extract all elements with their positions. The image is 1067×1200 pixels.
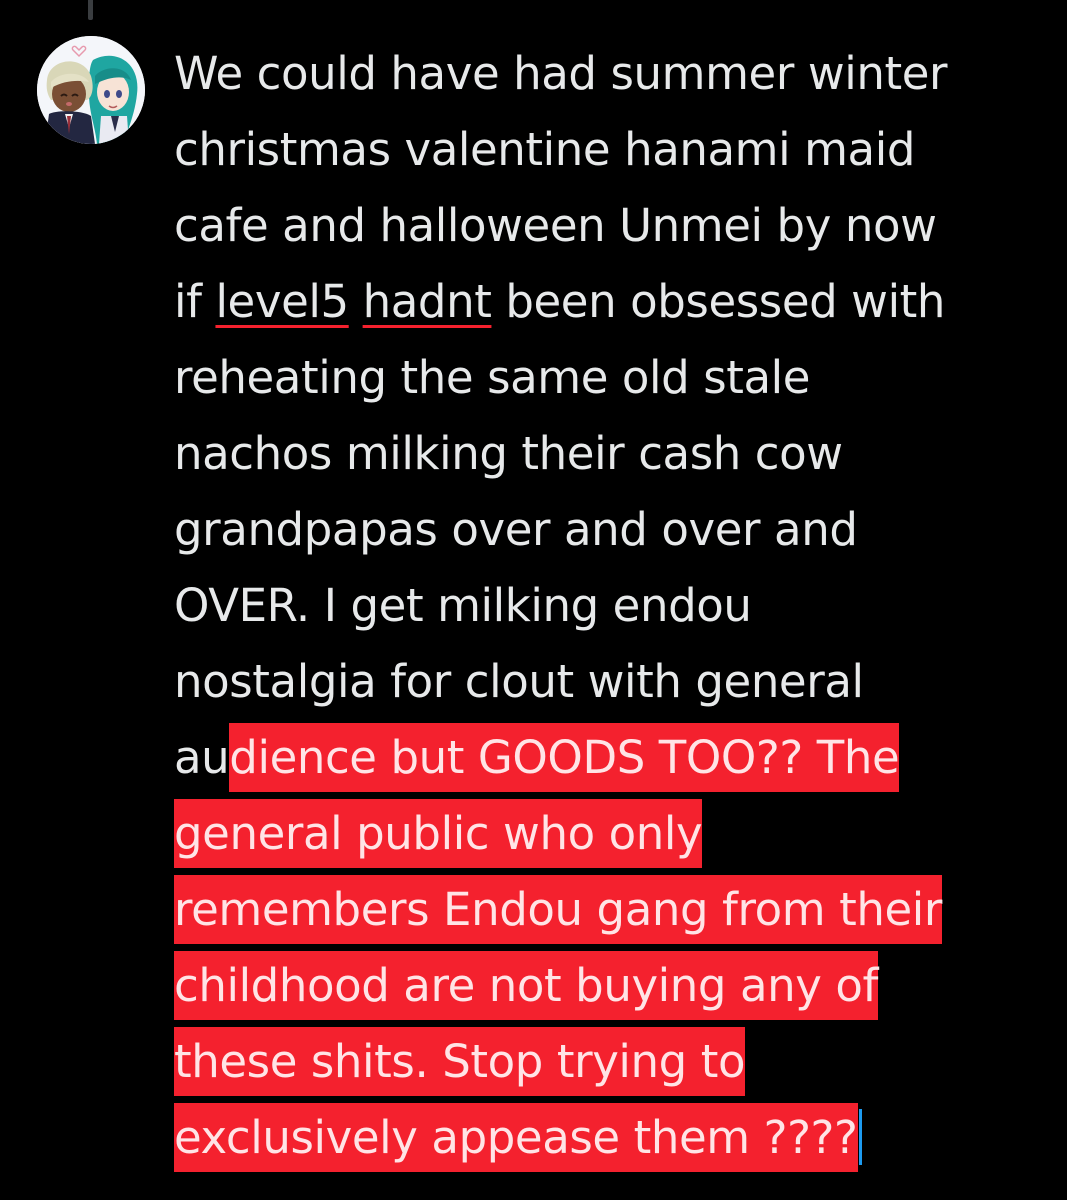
post-line-3-text: cafe and halloween Unmei by now — [174, 199, 937, 252]
post-line-4-text-e: been obsessed with — [491, 275, 946, 328]
post-text[interactable]: We could have had summer winter christma… — [174, 36, 1054, 1176]
post-line-8: OVER. I get milking endou — [174, 568, 1054, 644]
spellcheck-word-hadnt[interactable]: hadnt — [363, 275, 492, 328]
post-line-8-text: OVER. I get milking endou — [174, 579, 752, 632]
post-line-9-text: nostalgia for clout with general — [174, 655, 864, 708]
post-line-5: reheating the same old stale — [174, 340, 1054, 416]
reply-thread-line — [88, 0, 93, 20]
post-line-5-text: reheating the same old stale — [174, 351, 811, 404]
text-cursor-caret — [858, 1109, 862, 1165]
post-line-1: We could have had summer winter — [174, 36, 1054, 112]
post-line-2: christmas valentine hanami maid — [174, 112, 1054, 188]
post-line-15: exclusively appease them ???? — [174, 1100, 1054, 1176]
avatar-illustration-icon — [37, 36, 145, 144]
selected-text-line-12[interactable]: remembers Endou gang from their — [174, 875, 942, 944]
post-line-7-text: grandpapas over and over and — [174, 503, 858, 556]
post-line-10: audience but GOODS TOO?? The — [174, 720, 1054, 796]
selected-text-line-11[interactable]: general public who only — [174, 799, 703, 868]
post-line-4-text-a: if — [174, 275, 216, 328]
selected-text-line-14[interactable]: these shits. Stop trying to — [174, 1027, 746, 1096]
post-line-6: nachos milking their cash cow — [174, 416, 1054, 492]
post-line-6-text: nachos milking their cash cow — [174, 427, 843, 480]
post-line-7: grandpapas over and over and — [174, 492, 1054, 568]
post-line-9: nostalgia for clout with general — [174, 644, 1054, 720]
post-line-12: remembers Endou gang from their — [174, 872, 1054, 948]
post-line-1-text: We could have had summer winter — [174, 47, 948, 100]
post-line-4: if level5 hadnt been obsessed with — [174, 264, 1054, 340]
post-line-3: cafe and halloween Unmei by now — [174, 188, 1054, 264]
post-line-10-text: au — [174, 731, 230, 784]
selected-text-line-13[interactable]: childhood are not buying any of — [174, 951, 878, 1020]
post-line-2-text: christmas valentine hanami maid — [174, 123, 915, 176]
user-avatar[interactable] — [37, 36, 145, 144]
selected-text-line-15[interactable]: exclusively appease them ???? — [174, 1103, 858, 1172]
spellcheck-word-level5[interactable]: level5 — [215, 275, 349, 328]
post-line-4-text-c — [349, 275, 363, 328]
selected-text-line-10[interactable]: dience but GOODS TOO?? The — [229, 723, 900, 792]
post-line-13: childhood are not buying any of — [174, 948, 1054, 1024]
post-line-14: these shits. Stop trying to — [174, 1024, 1054, 1100]
post-line-11: general public who only — [174, 796, 1054, 872]
